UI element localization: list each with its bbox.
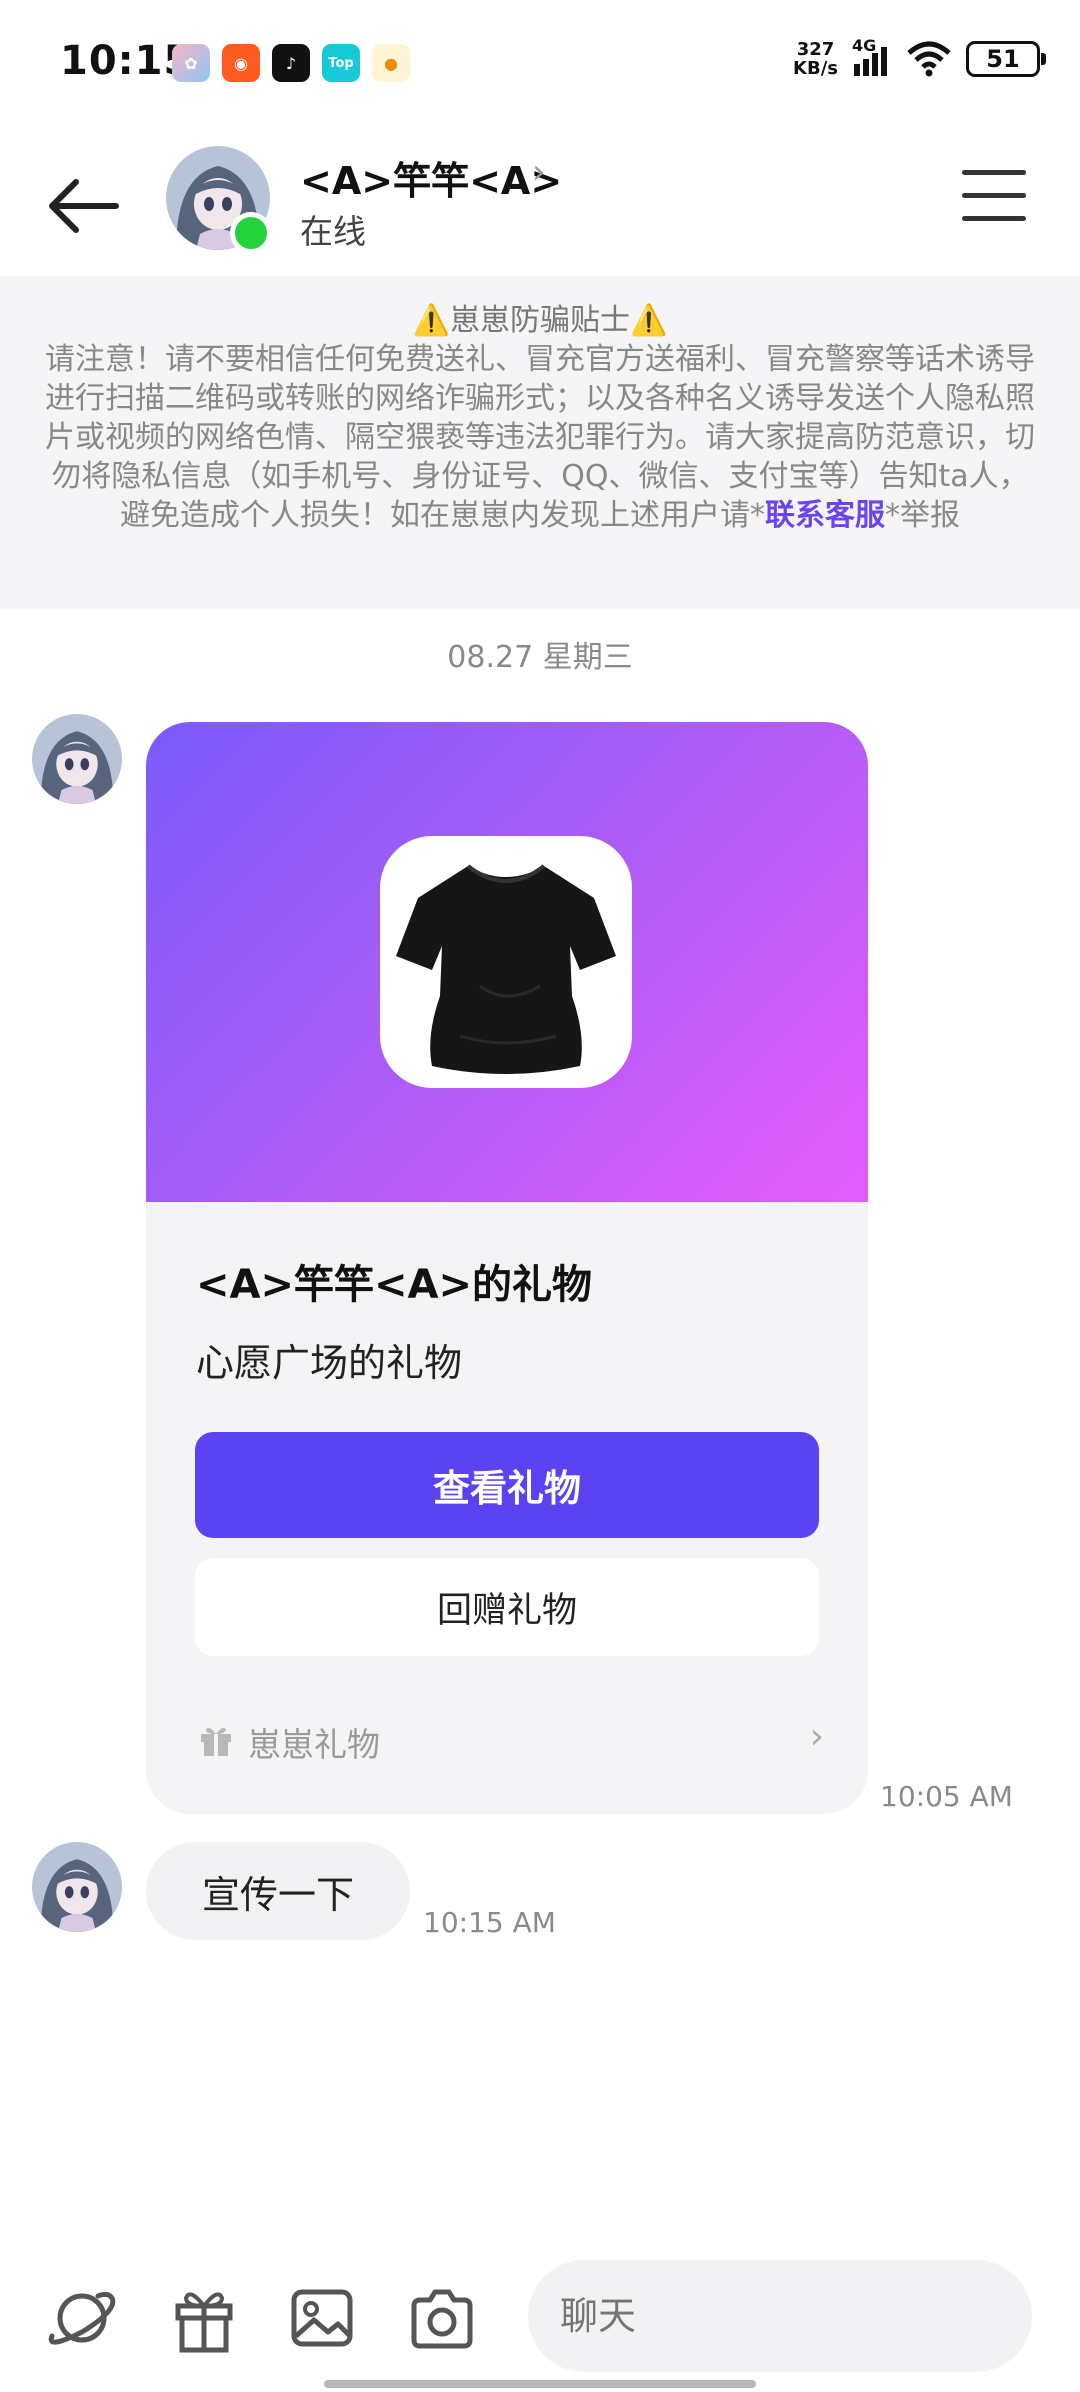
kuaishou-icon: ◉ — [222, 44, 260, 82]
sender-avatar[interactable] — [32, 714, 122, 804]
menu-icon[interactable] — [962, 170, 1026, 230]
contact-status: 在线 — [300, 212, 366, 251]
chevron-right-icon[interactable]: › — [532, 152, 546, 192]
taobao-icon: ● — [372, 44, 410, 82]
tiktok-icon: ♪ — [272, 44, 310, 82]
chat-input[interactable] — [528, 2260, 1032, 2372]
gift-card-title: <A>竿竿<A>的礼物 — [196, 1262, 592, 1308]
notice-body: 请注意！请不要相信任何免费送礼、冒充官方送福利、冒充警察等话术诱导进行扫描二维码… — [45, 342, 1035, 533]
network-speed: 327 KB/s — [793, 39, 838, 79]
notice-title: ⚠️崽崽防骗贴士⚠️ — [412, 303, 668, 338]
status-indicators: 327 KB/s 4G 51 — [793, 36, 1046, 79]
camera-icon[interactable] — [404, 2280, 480, 2356]
message-timestamp: 10:05 AM — [880, 1780, 1013, 1813]
composer-bar — [0, 2250, 1080, 2392]
gift-card-banner — [146, 722, 868, 1202]
planet-icon[interactable] — [44, 2280, 120, 2356]
contact-avatar[interactable] — [166, 146, 272, 254]
gift-card-footer[interactable]: 崽崽礼物 › — [198, 1712, 824, 1772]
signal-icon: 4G — [852, 36, 892, 76]
return-gift-button[interactable]: 回赠礼物 — [195, 1558, 819, 1656]
chevron-right-icon: › — [809, 1716, 824, 1757]
contact-support-link[interactable]: 联系客服 — [765, 498, 885, 533]
message-timestamp: 10:15 AM — [423, 1906, 556, 1939]
status-bar: 10:15 ✿ ◉ ♪ Top ● 327 KB/s 4G 51 — [0, 0, 1080, 130]
chat-header: <A>竿竿<A> › 在线 — [0, 130, 1080, 276]
gift-card-subtitle: 心愿广场的礼物 — [196, 1341, 463, 1385]
gift-icon — [201, 1727, 231, 1756]
gift-icon[interactable] — [166, 2280, 242, 2356]
wifi-icon — [907, 41, 951, 77]
online-status-dot — [230, 212, 272, 254]
contact-name[interactable]: <A>竿竿<A> — [300, 150, 562, 205]
battery-icon: 51 — [966, 41, 1046, 77]
anime-app-icon: ✿ — [172, 44, 210, 82]
back-arrow-icon[interactable] — [44, 170, 124, 242]
home-indicator[interactable] — [324, 2380, 756, 2388]
image-icon[interactable] — [284, 2280, 360, 2356]
date-separator: 08.27 星期三 — [447, 640, 633, 675]
sender-avatar[interactable] — [32, 1842, 122, 1932]
message-bubble[interactable]: 宣传一下 — [146, 1842, 410, 1940]
gift-image-tshirt[interactable] — [380, 836, 632, 1088]
top-app-icon: Top — [322, 44, 360, 82]
gift-card[interactable]: <A>竿竿<A>的礼物 心愿广场的礼物 查看礼物 回赠礼物 崽崽礼物 › — [146, 722, 868, 1814]
gift-footer-label: 崽崽礼物 — [248, 1725, 380, 1764]
anti-fraud-notice: ⚠️崽崽防骗贴士⚠️ 请注意！请不要相信任何免费送礼、冒充官方送福利、冒充警察等… — [0, 276, 1080, 609]
notification-app-icons: ✿ ◉ ♪ Top ● — [172, 44, 410, 82]
view-gift-button[interactable]: 查看礼物 — [195, 1432, 819, 1538]
